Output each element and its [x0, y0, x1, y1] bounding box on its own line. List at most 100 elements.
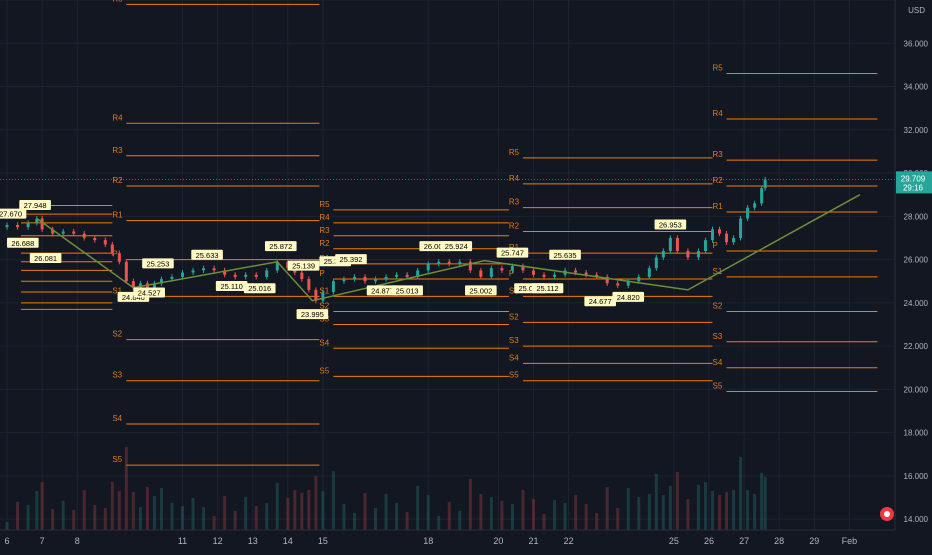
pivot-level-label: S3 [112, 371, 122, 380]
pivot-level-label: R2 [712, 176, 723, 185]
volume-bar [152, 496, 156, 530]
candle-body[interactable] [117, 253, 121, 262]
candle-body[interactable] [16, 224, 20, 228]
volume-bar [626, 488, 630, 530]
price-axis-tick-label: 32.000 [904, 126, 929, 135]
candle-body[interactable] [510, 266, 514, 271]
candle-body[interactable] [265, 270, 269, 277]
candle-body[interactable] [61, 231, 65, 234]
candle-body[interactable] [374, 279, 378, 282]
candle-body[interactable] [458, 261, 462, 264]
candle-body[interactable] [725, 233, 729, 243]
candle-body[interactable] [352, 276, 356, 280]
candle-body[interactable] [739, 218, 743, 238]
time-axis-tick-label: 12 [213, 536, 223, 546]
candle-body[interactable] [553, 274, 557, 277]
pivot-level-label: R2 [509, 221, 520, 230]
volume-bar [40, 482, 44, 530]
candle-body[interactable] [675, 237, 679, 251]
time-axis-tick-label: 21 [528, 536, 538, 546]
candle-body[interactable] [5, 224, 9, 228]
volume-bar [416, 486, 420, 530]
candle-body[interactable] [574, 270, 578, 273]
volume-bar [746, 490, 750, 530]
candle-body[interactable] [103, 240, 107, 245]
candle-body[interactable] [72, 231, 76, 234]
candle-body[interactable] [732, 237, 736, 243]
candle-body[interactable] [342, 279, 346, 282]
candle-body[interactable] [710, 229, 714, 241]
volume-bar [384, 494, 388, 530]
candle-body[interactable] [321, 292, 325, 301]
candle-body[interactable] [479, 270, 483, 277]
candle-body[interactable] [244, 274, 248, 277]
time-axis-tick-label: 29 [809, 536, 819, 546]
candle-body[interactable] [405, 274, 409, 277]
time-axis-tick-label: 13 [248, 536, 258, 546]
pivot-level-label: R1 [112, 211, 123, 220]
swing-callout-label: 23.995 [301, 310, 324, 319]
price-chart[interactable]: R5R4R3R2R1PS1S2S3S4S5R5R4R3R2R1PS1S2S3S4… [0, 0, 932, 550]
candle-body[interactable] [760, 188, 764, 204]
candle-body[interactable] [489, 268, 493, 277]
swing-callout-label: 25.139 [292, 262, 315, 271]
candle-body[interactable] [426, 263, 430, 271]
volume-bar [159, 488, 163, 530]
candle-body[interactable] [124, 261, 128, 282]
candle-body[interactable] [437, 261, 441, 264]
candle-body[interactable] [746, 207, 750, 219]
time-axis-tick-label: 20 [493, 536, 503, 546]
candle-body[interactable] [637, 276, 641, 282]
swing-callout-label: 27.670 [0, 210, 22, 219]
volume-bar [426, 495, 430, 530]
candle-body[interactable] [753, 203, 757, 208]
swing-callout-label: 26.953 [659, 220, 682, 229]
candle-body[interactable] [82, 233, 86, 238]
volume-bar [531, 499, 535, 530]
candle-body[interactable] [93, 237, 97, 241]
swing-callout-label: 24.527 [138, 289, 161, 298]
price-axis-tick-label: 24.000 [904, 299, 929, 308]
candle-body[interactable] [202, 268, 206, 271]
time-axis-tick-label: 26 [704, 536, 714, 546]
pivot-level-label: R5 [712, 64, 723, 73]
candle-body[interactable] [307, 279, 311, 290]
candle-body[interactable] [363, 276, 367, 282]
candle-body[interactable] [300, 272, 304, 280]
price-axis-tick-label: 28.000 [904, 212, 929, 221]
candle-body[interactable] [668, 237, 672, 251]
candle-body[interactable] [654, 257, 658, 269]
candle-body[interactable] [26, 222, 30, 228]
pivot-level-label: S4 [319, 338, 329, 347]
candle-body[interactable] [254, 274, 258, 277]
candle-body[interactable] [696, 250, 700, 258]
swing-callout-label: 25.747 [501, 249, 524, 258]
candle-body[interactable] [531, 270, 535, 275]
candle-body[interactable] [763, 179, 767, 189]
candle-body[interactable] [233, 274, 237, 277]
pivot-level-label: S3 [712, 332, 722, 341]
candle-body[interactable] [661, 250, 665, 258]
candle-body[interactable] [395, 274, 399, 277]
candle-body[interactable] [686, 250, 690, 258]
candle-body[interactable] [447, 261, 451, 264]
candle-body[interactable] [170, 276, 174, 280]
candle-body[interactable] [191, 270, 195, 273]
price-axis-tick-label: 36.000 [904, 39, 929, 48]
candle-body[interactable] [703, 240, 707, 251]
candle-body[interactable] [718, 229, 722, 234]
candle-body[interactable] [384, 276, 388, 280]
candle-body[interactable] [500, 268, 504, 271]
candle-body[interactable] [647, 268, 651, 277]
candle-body[interactable] [331, 281, 335, 293]
pivot-level-label: S5 [712, 382, 722, 391]
pivot-level-label: R4 [319, 213, 330, 222]
candle-body[interactable] [110, 244, 114, 254]
candle-body[interactable] [616, 283, 620, 286]
volume-bar [500, 501, 504, 530]
candle-body[interactable] [181, 272, 185, 277]
price-axis-tick-label: 20.000 [904, 385, 929, 394]
volume-bar [668, 486, 672, 530]
candle-body[interactable] [542, 274, 546, 277]
candle-body[interactable] [212, 268, 216, 271]
